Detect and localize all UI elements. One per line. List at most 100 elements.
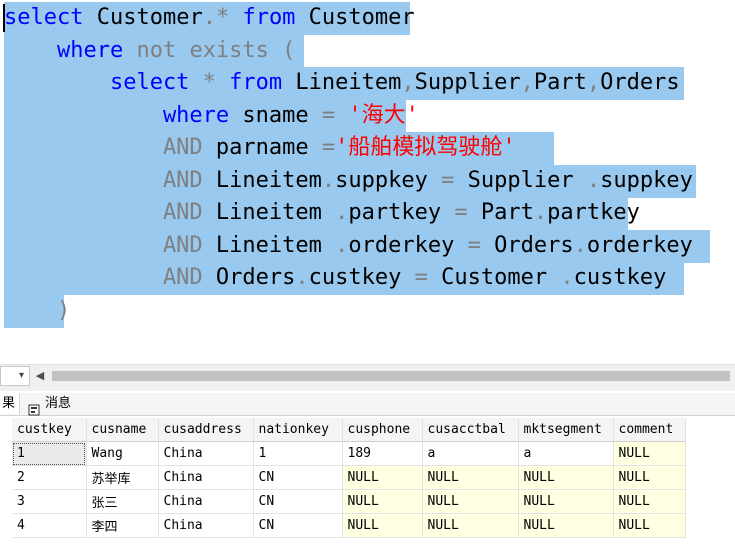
code-token: * (189, 70, 216, 95)
column-header[interactable]: nationkey (253, 418, 343, 442)
results-grid[interactable]: custkey cusname cusaddress nationkey cusphon… (12, 418, 686, 538)
code-token: . (573, 232, 587, 258)
code-line: AND Lineitem.suppkey = Supplier .suppkey (4, 165, 693, 197)
table-cell[interactable]: CN (253, 465, 343, 490)
code-token: * (215, 5, 230, 30)
code-token: = (427, 167, 455, 193)
code-token: Orders (202, 265, 296, 290)
table-cell[interactable]: CN (253, 513, 343, 538)
code-line: where sname = '海大' (4, 100, 419, 132)
tab-messages-label: 消息 (45, 396, 72, 411)
table-cell[interactable]: China (158, 489, 254, 514)
code-token: . (573, 167, 601, 193)
code-token: Supplier (454, 167, 574, 193)
table-cell[interactable]: China (158, 513, 254, 538)
table-cell[interactable]: NULL (422, 489, 519, 514)
code-token: Part (533, 70, 587, 95)
code-token: AND (4, 232, 203, 258)
code-line: ) (4, 295, 70, 327)
column-header[interactable]: comment (613, 418, 686, 442)
table-cell[interactable]: NULL (342, 489, 423, 514)
code-token: sname (229, 102, 309, 128)
code-token: Orders (480, 232, 574, 258)
table-cell[interactable]: NULL (518, 465, 614, 490)
table-row[interactable]: 4 李四 China CN NULL NULL NULL NULL (12, 513, 686, 538)
column-header[interactable]: cusacctbal (422, 418, 519, 442)
table-cell[interactable]: Wang (86, 441, 159, 466)
code-token: orderkey (348, 232, 455, 258)
code-line: AND Lineitem .orderkey = Orders.orderkey (4, 230, 693, 262)
scrollbar-thumb[interactable] (52, 371, 730, 381)
table-cell[interactable]: 张三 (86, 489, 159, 514)
table-cell[interactable]: NULL (613, 489, 686, 514)
code-token: Orders (600, 70, 680, 95)
chevron-down-icon: ▾ (19, 370, 25, 381)
table-cell[interactable]: CN (253, 489, 343, 514)
table-cell[interactable]: 1 (12, 441, 87, 466)
table-cell[interactable]: NULL (613, 465, 686, 490)
code-token: Supplier (414, 70, 521, 95)
tab-results-label: 果 (2, 396, 16, 411)
code-token: '船舶模拟驾驶舱' (335, 135, 516, 160)
code-token: AND (4, 265, 203, 290)
table-cell[interactable]: 苏举库 (86, 465, 159, 490)
code-token: where (4, 102, 230, 128)
table-cell[interactable]: China (158, 441, 254, 466)
code-token: partkey (348, 200, 442, 225)
code-token: . (202, 5, 216, 30)
table-cell[interactable]: NULL (518, 489, 614, 514)
column-header[interactable]: custkey (12, 418, 87, 442)
zoom-dropdown[interactable]: ▾ (0, 366, 30, 386)
table-row[interactable]: 3 张三 China CN NULL NULL NULL NULL (12, 489, 686, 514)
code-token: '海大' (335, 102, 419, 128)
code-token: , (520, 70, 534, 95)
code-line: AND parname ='船舶模拟驾驶舱' (4, 132, 516, 164)
table-cell[interactable]: NULL (342, 513, 423, 538)
code-token: AND (4, 200, 203, 225)
code-token: not exists ( (123, 37, 296, 63)
sql-editor[interactable]: select Customer.* from Customer where no… (0, 0, 735, 330)
table-cell[interactable]: NULL (422, 513, 519, 538)
code-token: ) (4, 297, 71, 323)
code-token: . (547, 265, 574, 290)
table-cell[interactable]: a (518, 441, 614, 466)
table-cell[interactable]: 李四 (86, 513, 159, 538)
table-row[interactable]: 2 苏举库 China CN NULL NULL NULL NULL (12, 465, 686, 490)
code-token: Customer (295, 5, 415, 30)
table-cell[interactable]: NULL (518, 513, 614, 538)
column-header[interactable]: cusphone (342, 418, 423, 442)
column-header[interactable]: mktsegment (518, 418, 614, 442)
code-token: , (401, 70, 415, 95)
code-line: AND Lineitem .partkey = Part.partkey (4, 197, 640, 229)
table-cell[interactable]: 4 (12, 513, 87, 538)
code-token: AND (4, 167, 203, 193)
code-token: partkey (547, 200, 640, 225)
code-token: Customer (427, 265, 548, 290)
column-header[interactable]: cusname (86, 418, 159, 442)
code-token: from (229, 5, 296, 30)
code-token: where (4, 37, 124, 63)
code-token: = (441, 200, 468, 225)
table-cell[interactable]: 1 (253, 441, 343, 466)
code-token: from (215, 70, 283, 95)
table-row[interactable]: 1 Wang China 1 189 a a NULL (12, 441, 686, 466)
column-header[interactable]: cusaddress (158, 418, 254, 442)
table-cell[interactable]: a (422, 441, 519, 466)
code-token: = (401, 265, 428, 290)
code-token: Customer (83, 5, 203, 30)
scroll-left-arrow-icon[interactable]: ◀ (33, 368, 47, 384)
code-line: select Customer.* from Customer (4, 2, 415, 34)
table-cell[interactable]: NULL (613, 513, 686, 538)
code-token: select (4, 70, 190, 95)
table-cell[interactable]: NULL (613, 441, 686, 466)
tab-results[interactable]: 果 (0, 393, 20, 414)
table-cell[interactable]: NULL (422, 465, 519, 490)
table-cell[interactable]: 189 (342, 441, 423, 466)
table-cell[interactable]: 2 (12, 465, 87, 490)
table-cell[interactable]: 3 (12, 489, 87, 514)
code-token: . (295, 265, 309, 290)
code-token: Lineitem (202, 232, 322, 258)
table-cell[interactable]: NULL (342, 465, 423, 490)
table-cell[interactable]: China (158, 465, 254, 490)
code-token: parname (202, 135, 309, 160)
